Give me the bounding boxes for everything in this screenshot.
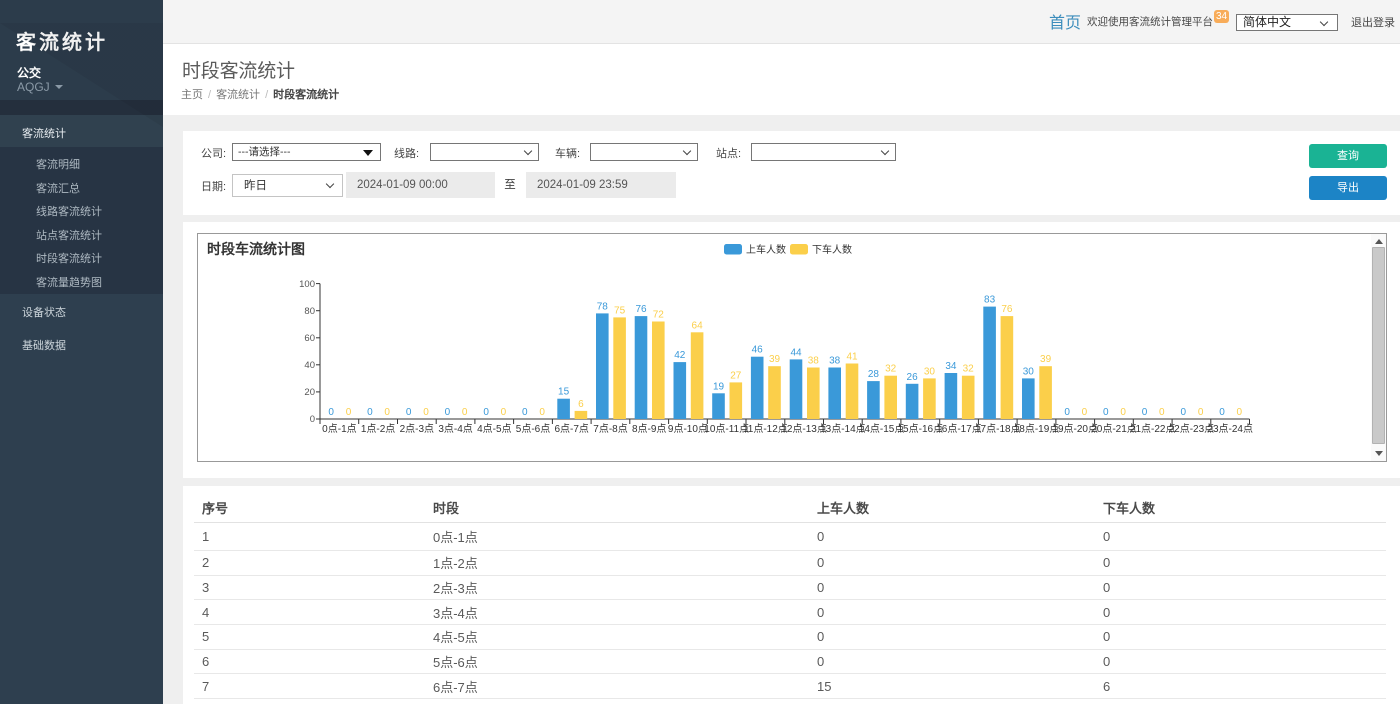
svg-text:6点-7点: 6点-7点 <box>554 423 588 435</box>
svg-text:0: 0 <box>384 407 390 418</box>
svg-text:0: 0 <box>310 414 315 425</box>
svg-text:0: 0 <box>1142 407 1148 418</box>
svg-text:7点-8点: 7点-8点 <box>593 423 627 435</box>
svg-text:30: 30 <box>924 366 936 377</box>
svg-text:0: 0 <box>328 407 334 418</box>
svg-text:76: 76 <box>1001 304 1013 315</box>
svg-text:76: 76 <box>635 304 647 315</box>
svg-text:8点-9点: 8点-9点 <box>632 423 666 435</box>
svg-text:0: 0 <box>1103 407 1109 418</box>
svg-text:0: 0 <box>423 407 429 418</box>
svg-text:30: 30 <box>1023 366 1035 377</box>
svg-text:0: 0 <box>501 407 507 418</box>
svg-text:44: 44 <box>790 347 802 358</box>
svg-text:上车人数: 上车人数 <box>746 243 786 256</box>
svg-text:0: 0 <box>346 407 352 418</box>
svg-text:3点-4点: 3点-4点 <box>438 423 472 435</box>
svg-text:28: 28 <box>868 369 880 380</box>
svg-text:0: 0 <box>522 407 528 418</box>
svg-text:32: 32 <box>963 364 975 375</box>
svg-text:39: 39 <box>1040 354 1052 365</box>
svg-text:0: 0 <box>367 407 373 418</box>
svg-text:60: 60 <box>304 333 315 344</box>
svg-text:42: 42 <box>674 350 686 361</box>
svg-text:0: 0 <box>445 407 451 418</box>
svg-text:27: 27 <box>730 370 742 381</box>
svg-text:80: 80 <box>304 306 315 317</box>
svg-text:0: 0 <box>1064 407 1070 418</box>
svg-text:2点-3点: 2点-3点 <box>400 423 434 435</box>
svg-text:0: 0 <box>1181 407 1187 418</box>
svg-text:75: 75 <box>614 305 626 316</box>
svg-text:0: 0 <box>406 407 412 418</box>
svg-text:34: 34 <box>945 361 957 372</box>
svg-text:0: 0 <box>1159 407 1165 418</box>
svg-text:20: 20 <box>304 387 315 398</box>
svg-text:0: 0 <box>1219 407 1225 418</box>
svg-text:38: 38 <box>808 356 820 367</box>
svg-text:15: 15 <box>558 387 570 398</box>
svg-text:78: 78 <box>597 301 609 312</box>
svg-text:0: 0 <box>1120 407 1126 418</box>
svg-text:5点-6点: 5点-6点 <box>516 423 550 435</box>
svg-text:41: 41 <box>846 352 858 363</box>
svg-text:38: 38 <box>829 356 841 367</box>
svg-text:6: 6 <box>578 399 584 410</box>
svg-text:9点-10点: 9点-10点 <box>668 423 708 435</box>
svg-text:32: 32 <box>885 364 897 375</box>
svg-text:0: 0 <box>462 407 468 418</box>
svg-text:19: 19 <box>713 381 725 392</box>
svg-text:4点-5点: 4点-5点 <box>477 423 511 435</box>
svg-text:0点-1点: 0点-1点 <box>322 423 356 435</box>
svg-text:0: 0 <box>1082 407 1088 418</box>
svg-text:0: 0 <box>539 407 545 418</box>
svg-text:26: 26 <box>907 372 919 383</box>
svg-text:0: 0 <box>1198 407 1204 418</box>
svg-text:40: 40 <box>304 360 315 371</box>
svg-text:39: 39 <box>769 354 781 365</box>
svg-text:64: 64 <box>692 320 704 331</box>
svg-text:83: 83 <box>984 295 996 306</box>
svg-text:1点-2点: 1点-2点 <box>361 423 395 435</box>
svg-text:23点-24点: 23点-24点 <box>1207 423 1253 435</box>
svg-text:0: 0 <box>1237 407 1243 418</box>
svg-text:72: 72 <box>653 310 665 321</box>
svg-text:46: 46 <box>752 345 764 356</box>
svg-text:100: 100 <box>299 279 315 290</box>
svg-text:下车人数: 下车人数 <box>812 243 852 256</box>
svg-text:0: 0 <box>483 407 489 418</box>
